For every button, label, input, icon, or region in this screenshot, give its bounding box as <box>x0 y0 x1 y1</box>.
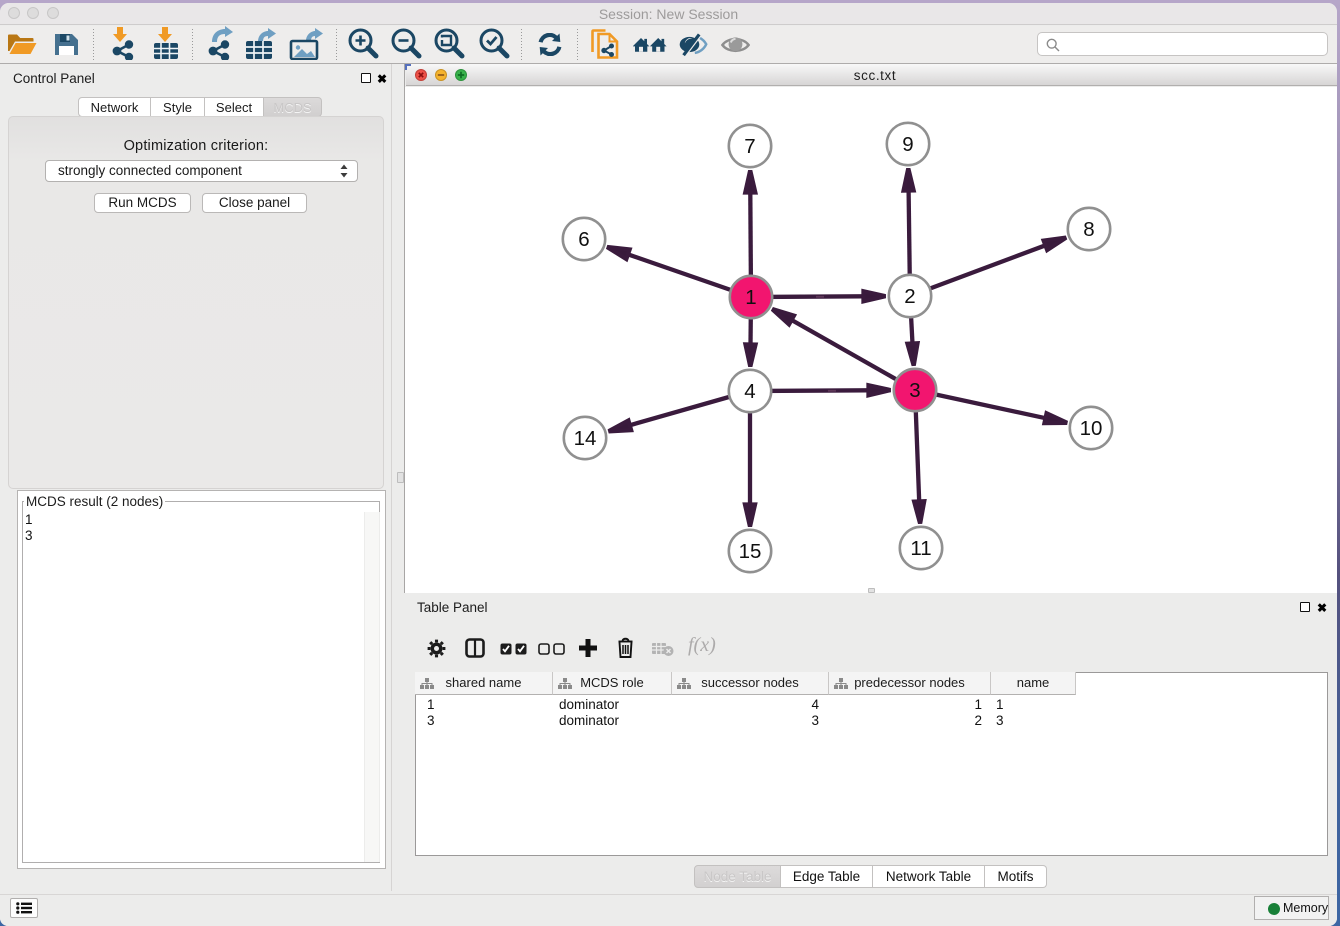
svg-text:9: 9 <box>902 133 913 156</box>
svg-text:3: 3 <box>909 379 920 402</box>
svg-text:4: 4 <box>744 380 755 403</box>
svg-text:6: 6 <box>578 228 589 251</box>
svg-text:7: 7 <box>744 135 755 158</box>
svg-text:14: 14 <box>574 427 597 450</box>
svg-text:1: 1 <box>745 286 756 309</box>
svg-text:8: 8 <box>1083 218 1094 241</box>
svg-text:15: 15 <box>739 540 762 563</box>
svg-text:10: 10 <box>1080 417 1103 440</box>
svg-text:2: 2 <box>904 285 915 308</box>
svg-text:11: 11 <box>910 537 931 560</box>
